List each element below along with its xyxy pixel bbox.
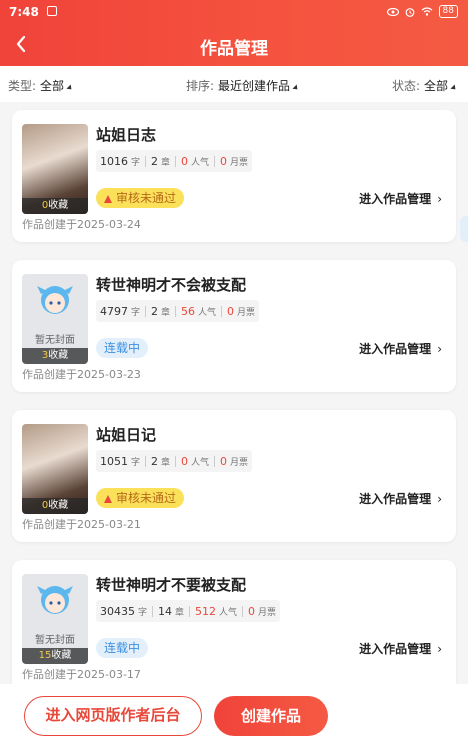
filter-type[interactable]: 类型: 全部 — [8, 77, 74, 94]
web-backend-button[interactable]: 进入网页版作者后台 — [24, 696, 202, 736]
manage-work-link[interactable]: 进入作品管理 › — [359, 190, 442, 207]
eye-icon — [386, 7, 399, 16]
manage-work-link[interactable]: 进入作品管理 › — [359, 340, 442, 357]
cover-favorites: 3收藏 — [22, 348, 88, 364]
chevron-right-icon: › — [437, 191, 442, 206]
warning-icon — [104, 195, 112, 203]
filter-status[interactable]: 状态: 全部 — [392, 77, 458, 94]
dropdown-icon — [292, 83, 300, 92]
created-date: 作品创建于2025-03-23 — [22, 368, 141, 381]
work-title: 转世神明才不要被支配 — [96, 576, 247, 594]
chevron-right-icon: › — [437, 641, 442, 656]
chapter-count: 2 — [151, 154, 159, 168]
created-date: 作品创建于2025-03-21 — [22, 518, 141, 531]
word-count: 1016 — [100, 154, 128, 168]
filter-sort[interactable]: 排序: 最近创建作品 — [186, 77, 300, 94]
book-cover[interactable]: 0收藏 — [22, 124, 88, 214]
dropdown-icon — [66, 83, 74, 92]
manage-work-link[interactable]: 进入作品管理 › — [359, 640, 442, 657]
created-date: 作品创建于2025-03-17 — [22, 668, 141, 681]
floating-side-tab[interactable] — [460, 216, 468, 242]
book-cover[interactable]: 暂无封面 15收藏 — [22, 574, 88, 664]
work-title: 转世神明才不会被支配 — [96, 276, 247, 294]
create-work-button[interactable]: 创建作品 — [214, 696, 328, 736]
no-cover-text: 暂无封面 — [35, 335, 75, 346]
alarm-icon — [405, 7, 414, 17]
work-stats: 30435 字 14 章 512 人气 0 月票 — [96, 600, 281, 622]
work-title: 站姐日志 — [96, 126, 157, 144]
created-date: 作品创建于2025-03-24 — [22, 218, 141, 231]
chapter-count: 2 — [151, 454, 159, 468]
cover-favorites: 0收藏 — [22, 498, 88, 514]
work-title: 站姐日记 — [96, 426, 157, 444]
filter-sort-label: 排序: — [186, 79, 215, 93]
status-bar: 7:48 88 — [0, 0, 468, 24]
status-badge: 连载中 — [96, 638, 149, 658]
monthly-tickets: 0 — [220, 454, 228, 468]
word-count: 4797 — [100, 304, 128, 318]
work-stats: 1051 字 2章 0 人气 0 月票 — [96, 450, 253, 472]
filter-status-value: 全部 — [424, 79, 449, 93]
popularity: 0 — [181, 154, 189, 168]
filter-type-label: 类型: — [8, 79, 37, 93]
page-title: 作品管理 — [200, 39, 268, 59]
header: 作品管理 — [0, 24, 468, 66]
chevron-right-icon: › — [437, 341, 442, 356]
notification-icon — [47, 6, 57, 16]
wifi-icon — [421, 7, 432, 16]
book-cover[interactable]: 0收藏 — [22, 424, 88, 514]
monthly-tickets: 0 — [220, 154, 228, 168]
work-stats: 4797 字 2章 56 人气 0 月票 — [96, 300, 260, 322]
chapter-count: 2 — [151, 304, 159, 318]
word-count: 1051 — [100, 454, 128, 468]
filter-type-value: 全部 — [40, 79, 65, 93]
mascot-icon — [37, 586, 73, 614]
no-cover-text: 暂无封面 — [35, 635, 75, 646]
manage-work-link[interactable]: 进入作品管理 › — [359, 490, 442, 507]
filter-status-label: 状态: — [392, 79, 421, 93]
mascot-icon — [37, 286, 73, 314]
status-time: 7:48 — [9, 5, 39, 19]
chevron-right-icon: › — [437, 491, 442, 506]
status-badge: 连载中 — [96, 338, 149, 358]
popularity: 56 — [181, 304, 196, 318]
work-card[interactable]: 暂无封面 15收藏 转世神明才不要被支配 30435 字 14 章 512 人气 0月… — [12, 560, 456, 692]
monthly-tickets: 0 — [227, 304, 235, 318]
bottom-action-bar: 进入网页版作者后台 创建作品 — [0, 684, 468, 750]
cover-favorites: 0收藏 — [22, 198, 88, 214]
warning-icon — [104, 495, 112, 503]
dropdown-icon — [450, 83, 458, 92]
work-card[interactable]: 0收藏 站姐日记 1051 字 2章 0 人气 0 月票 审核未通过 进入作品管理 › … — [12, 410, 456, 542]
filter-sort-value: 最近创建作品 — [218, 79, 291, 93]
work-stats: 1016 字 2章 0 人气 0 月票 — [96, 150, 253, 172]
popularity: 512 — [195, 604, 217, 618]
monthly-tickets: 0 — [248, 604, 256, 618]
status-badge: 审核未通过 — [96, 488, 185, 508]
work-card[interactable]: 暂无封面 3收藏 转世神明才不会被支配 4797 字 2章 56 人气 0 月票 连载… — [12, 260, 456, 392]
battery-icon: 88 — [438, 5, 458, 18]
chapter-count: 14 — [158, 604, 173, 618]
book-cover[interactable]: 暂无封面 3收藏 — [22, 274, 88, 364]
system-icons: 88 — [386, 5, 458, 18]
cover-favorites: 15收藏 — [22, 648, 88, 664]
popularity: 0 — [181, 454, 189, 468]
filter-bar: 类型: 全部 排序: 最近创建作品 状态: 全部 — [0, 66, 468, 102]
work-card[interactable]: 0收藏 站姐日志 1016 字 2章 0 人气 0 月票 审核未通过 进入作品管理 › … — [12, 110, 456, 242]
status-badge: 审核未通过 — [96, 188, 185, 208]
word-count: 30435 — [100, 604, 135, 618]
